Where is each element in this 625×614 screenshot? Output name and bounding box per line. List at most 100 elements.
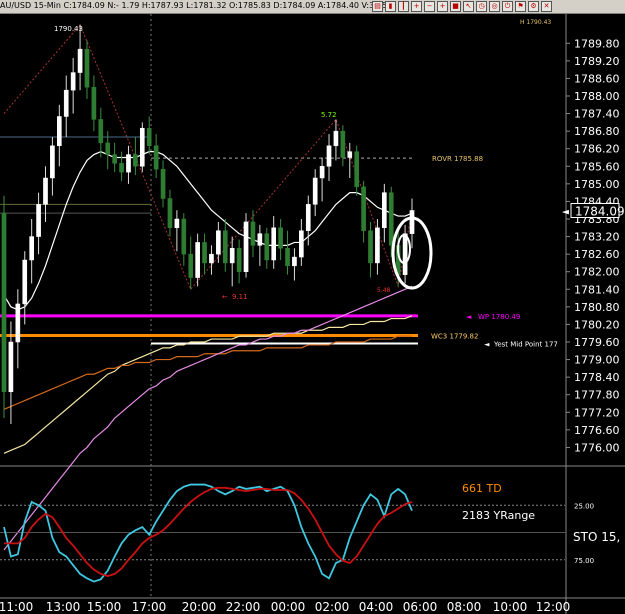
peak-annotation: 5.72 (321, 111, 337, 119)
candle (36, 192, 41, 255)
rovr-label: ROVR 1785.88 (432, 155, 483, 163)
candle (77, 24, 83, 91)
candle-body (340, 130, 346, 158)
y-tick-label: 1777.80 (574, 389, 620, 402)
candle-body (146, 127, 152, 147)
candle-body (15, 303, 21, 343)
candle-body (202, 242, 207, 264)
candle (91, 75, 97, 132)
y-tick-label: 1788.00 (574, 90, 620, 103)
candle (299, 219, 304, 266)
candle (153, 134, 159, 178)
candle-body (299, 230, 304, 258)
candle-body (319, 166, 325, 179)
pivot-arrow-icon: ◄ (466, 313, 472, 321)
candle-body (43, 177, 48, 205)
candle-body (209, 253, 214, 264)
candle-body (160, 168, 166, 199)
candle-body (174, 218, 180, 229)
candle-body (50, 145, 55, 179)
moving-average-3 (3, 335, 412, 410)
candle-body (354, 151, 360, 188)
last-price-arrow-icon: ◄ (562, 208, 569, 218)
candle (146, 116, 152, 155)
candle-body (222, 230, 228, 264)
candle (333, 119, 339, 161)
candle (326, 134, 332, 181)
candle (112, 142, 117, 173)
yest-mid-label: Yest Mid Point 177 (493, 340, 558, 348)
candle (264, 227, 270, 269)
candle-body (361, 186, 366, 231)
y-tick-label: 1786.80 (574, 125, 620, 138)
candle-body (84, 48, 90, 88)
y-tick-label: 1788.60 (574, 72, 620, 85)
candle (243, 213, 249, 278)
candle-body (264, 233, 270, 261)
top-right-annotation: H 1790.43 (520, 19, 551, 26)
candle (119, 151, 124, 181)
candle-body (167, 198, 173, 229)
y-tick-label: 1776.60 (574, 424, 620, 437)
candle (257, 224, 263, 266)
y-tick-label: 1789.20 (574, 55, 620, 68)
moving-average-1 (3, 150, 413, 311)
y-tick-label: 1785.60 (574, 160, 620, 173)
candle-body (91, 86, 97, 120)
candle (202, 233, 207, 275)
candle-body (216, 230, 221, 255)
candle (375, 219, 380, 275)
candle-body (278, 227, 283, 249)
candle (382, 183, 387, 243)
candle (139, 122, 145, 173)
x-tick-label: 20:00 (182, 600, 217, 614)
x-tick-label: 08:00 (447, 600, 482, 614)
candle (84, 40, 90, 99)
candle (15, 289, 21, 369)
wc3-label: WC3 1779.82 (431, 333, 478, 341)
td-label: 661 TD (462, 482, 502, 495)
candle (340, 125, 346, 167)
candle-body (105, 142, 111, 155)
x-tick-label: 10:00 (493, 600, 528, 614)
candle-body (139, 127, 145, 167)
candle (285, 230, 290, 275)
candle (354, 145, 360, 196)
candle (160, 160, 166, 208)
candle-body (409, 210, 415, 234)
x-tick-label: 04:00 (359, 600, 394, 614)
pivot-label: WP 1780.49 (478, 313, 520, 321)
candle (174, 210, 180, 252)
candle-body (29, 236, 34, 261)
candle (133, 137, 138, 176)
y-tick-label: 1779.00 (574, 354, 620, 367)
x-tick-label: 06:00 (403, 600, 438, 614)
candle (56, 104, 62, 167)
candle (361, 180, 366, 243)
candle-body (305, 204, 311, 231)
candle-body (195, 242, 200, 278)
x-tick-label: 11:00 (0, 600, 33, 614)
stochastic-panel: 25.00 75.00 661 TD 2183 YRange STO 15, (0, 482, 625, 599)
candle-body (8, 341, 14, 393)
candle (22, 251, 28, 325)
low2-annotation: 5.48 (377, 287, 391, 294)
candle (1, 195, 7, 419)
y-tick-label: 1780.20 (574, 318, 620, 331)
candle-body (382, 192, 387, 229)
y-tick-label: 1777.20 (574, 406, 620, 419)
candle-body (368, 230, 373, 264)
candle-body (36, 204, 41, 237)
price-chart[interactable]: ROVR 1785.88 ◄ WP 1780.49 WC3 1779.82 ◄ Yest … (0, 0, 625, 614)
y-tick-label: 1787.40 (574, 108, 620, 121)
candle-body (119, 163, 124, 173)
candle (402, 224, 408, 284)
candle-body (22, 259, 28, 305)
candle (195, 233, 200, 287)
y-tick-label: 1778.40 (574, 371, 620, 384)
high-annotation: 1790.43 (54, 25, 83, 33)
x-tick-label: 15:00 (87, 600, 122, 614)
candle (216, 221, 221, 263)
candle (292, 248, 297, 281)
y-tick-label: 1789.80 (574, 37, 620, 50)
